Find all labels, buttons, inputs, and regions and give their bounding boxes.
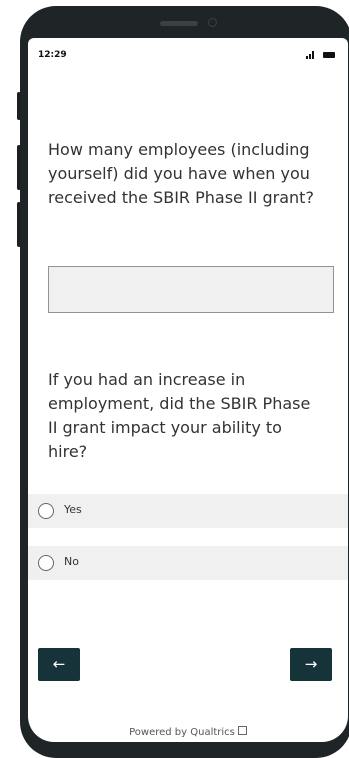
phone-screen: 12:29 How many employees (including your…: [28, 38, 348, 742]
back-button[interactable]: ←: [38, 648, 80, 681]
choice-yes[interactable]: Yes: [28, 494, 348, 528]
status-bar: 12:29: [28, 38, 348, 72]
choice-yes-label: Yes: [64, 503, 82, 516]
phone-speaker: [160, 21, 198, 26]
battery-icon: [323, 52, 335, 58]
question-2-text: If you had an increase in employment, di…: [48, 370, 311, 461]
status-time: 12:29: [38, 50, 67, 60]
radio-no[interactable]: [38, 555, 54, 571]
powered-by-footer[interactable]: Powered by Qualtrics: [28, 726, 348, 738]
choice-no[interactable]: No: [28, 546, 348, 580]
cell-signal-icon: [306, 51, 316, 59]
choice-no-label: No: [64, 555, 79, 568]
powered-by-text[interactable]: Powered by Qualtrics: [129, 727, 235, 738]
external-link-icon: [237, 726, 247, 735]
employee-count-input[interactable]: [48, 266, 334, 313]
question-1-text: How many employees (including yourself) …: [48, 140, 314, 207]
next-button[interactable]: →: [290, 648, 332, 681]
radio-yes[interactable]: [38, 503, 54, 519]
phone-camera: [208, 18, 217, 27]
